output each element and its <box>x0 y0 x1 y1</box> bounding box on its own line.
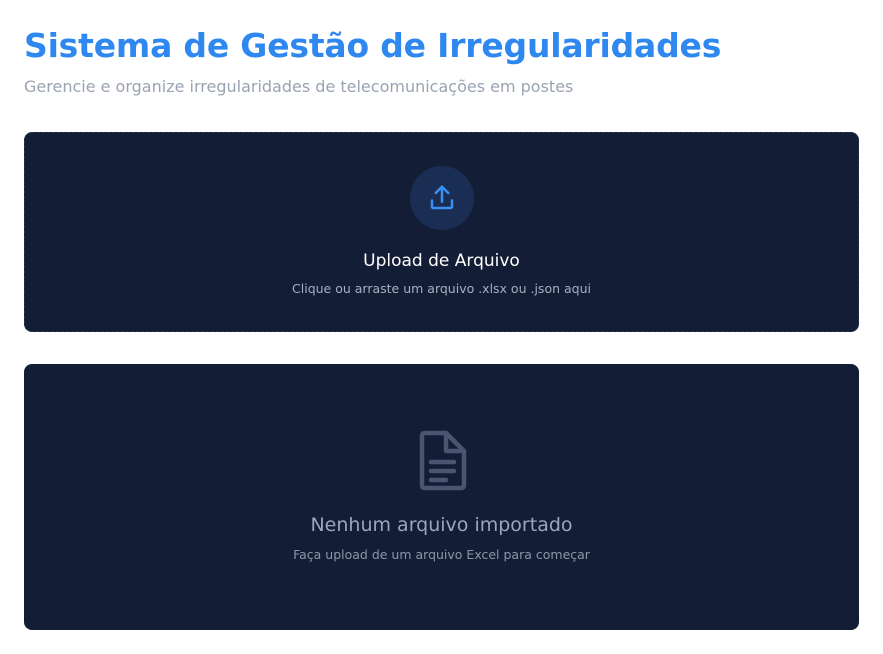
upload-icon <box>430 185 454 210</box>
empty-state-title: Nenhum arquivo importado <box>310 514 573 536</box>
page-title: Sistema de Gestão de Irregularidades <box>24 26 722 65</box>
file-text-icon <box>419 430 467 491</box>
upload-title: Upload de Arquivo <box>363 251 520 271</box>
upload-dropzone[interactable]: Upload de Arquivo Clique ou arraste um a… <box>24 132 859 332</box>
upload-icon-circle <box>410 166 474 230</box>
upload-hint: Clique ou arraste um arquivo .xlsx ou .j… <box>292 281 591 296</box>
page-subtitle: Gerencie e organize irregularidades de t… <box>24 77 574 96</box>
empty-state-panel: Nenhum arquivo importado Faça upload de … <box>24 364 859 630</box>
empty-state-hint: Faça upload de um arquivo Excel para com… <box>293 547 590 562</box>
